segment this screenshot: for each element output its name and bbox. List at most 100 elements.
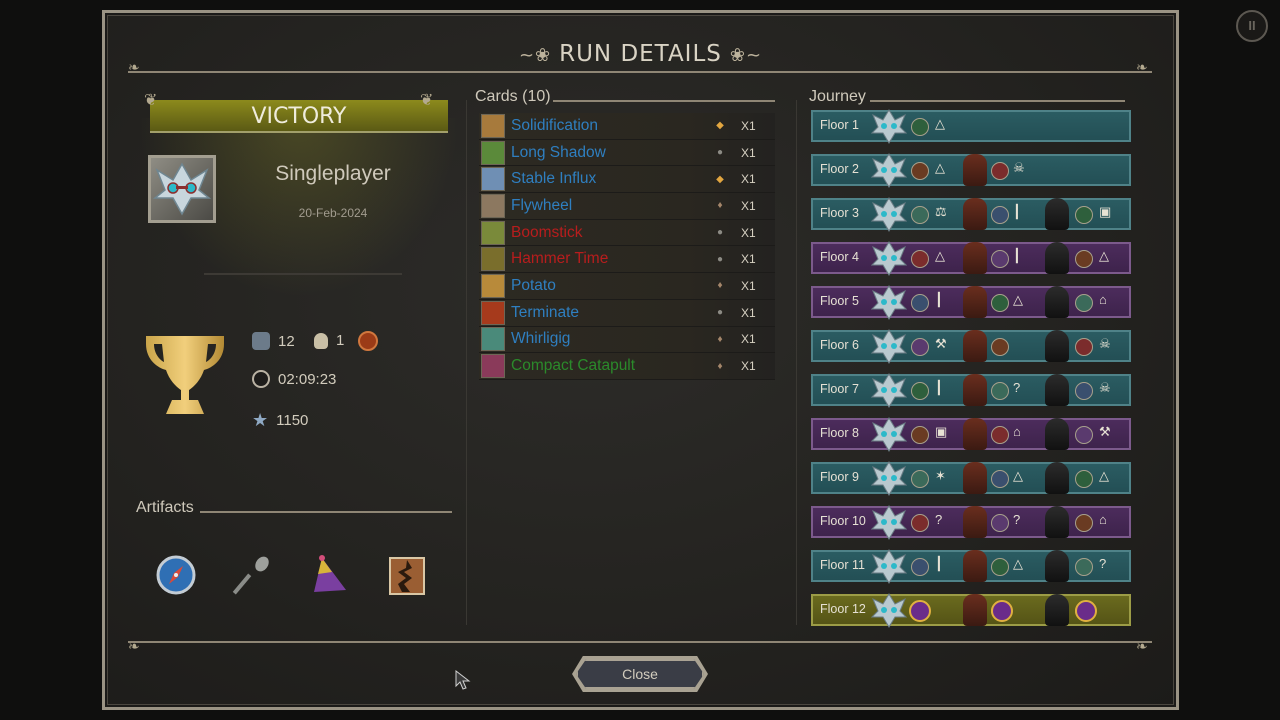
floor-row[interactable]: Floor 11 ┃ △? [811, 549, 1131, 584]
room-type-icon: △ [1013, 292, 1023, 307]
ally-hero-icon [963, 242, 987, 274]
player-hero-icon [871, 373, 907, 408]
room-type-icon: ☠ [1099, 380, 1111, 395]
card-name: Long Shadow [511, 143, 606, 161]
cards-label: Cards (10) [475, 88, 551, 105]
encounter-node-icon [911, 206, 929, 224]
ally-hero-icon [1045, 286, 1069, 318]
encounter-node-icon [991, 250, 1009, 268]
room-type-icon: ┃ [1013, 204, 1021, 219]
card-art-icon [481, 327, 505, 352]
compass-icon[interactable] [155, 554, 197, 596]
room-type-icon: △ [935, 248, 945, 263]
encounter-node-icon [1075, 558, 1093, 576]
stopwatch-icon [252, 370, 270, 388]
party-hat-icon[interactable] [308, 554, 350, 596]
room-type-icon: ┃ [1013, 248, 1021, 263]
card-name: Boomstick [511, 223, 583, 241]
floor-label: Floor 1 [820, 118, 859, 132]
floor-label: Floor 9 [820, 470, 859, 484]
floor-row[interactable]: Floor 2 △ ☠ [811, 153, 1131, 188]
encounter-node-icon [1075, 514, 1093, 532]
room-type-icon: ☠ [1099, 336, 1111, 351]
floor-row[interactable]: Floor 3 ⚖ ┃ ▣ [811, 197, 1131, 232]
player-hero-icon [871, 241, 907, 276]
player-hero-icon [871, 109, 907, 144]
room-type-icon: ⚖ [935, 204, 947, 219]
card-quantity: X1 [741, 198, 756, 213]
pause-button[interactable]: II [1236, 10, 1268, 42]
card-quantity: X1 [741, 225, 756, 240]
room-type-icon: △ [1099, 468, 1109, 483]
room-type-icon: ▣ [1099, 204, 1112, 219]
rarity-gem-icon: ♦ [717, 360, 723, 372]
ornament-left-icon: ~❀ [518, 45, 552, 66]
close-button[interactable]: Close [576, 659, 704, 689]
player-hero-icon [871, 285, 907, 320]
card-row[interactable]: Solidification ◆ X1 [479, 113, 775, 140]
room-type-icon: ? [1013, 512, 1021, 527]
ally-hero-icon [963, 374, 987, 406]
encounter-node-icon [991, 294, 1009, 312]
ally-hero-icon [963, 418, 987, 450]
room-type-icon: ☠ [1013, 160, 1025, 175]
deaths-stat: 1 [314, 332, 344, 349]
ally-hero-icon [963, 286, 987, 318]
column-separator [466, 100, 467, 625]
run-date: 20-Feb-2024 [298, 206, 368, 220]
room-type-icon: ? [1013, 380, 1021, 395]
floor-label: Floor 3 [820, 206, 859, 220]
encounter-node-icon [911, 118, 929, 136]
card-name: Potato [511, 276, 556, 294]
floor-row[interactable]: Floor 1 △ [811, 109, 1131, 144]
spoon-icon[interactable] [232, 554, 274, 596]
card-row[interactable]: Whirligig ♦ X1 [479, 326, 775, 354]
bottom-divider [128, 641, 1152, 643]
floor-row[interactable]: Floor 9 ✶ △ △ [811, 461, 1131, 496]
card-row[interactable]: Compact Catapult ♦ X1 [479, 353, 775, 380]
encounter-node-icon [1075, 382, 1093, 400]
card-row[interactable]: Terminate ● X1 [479, 299, 775, 327]
floor-row[interactable]: Floor 5 ┃ △ ⌂ [811, 285, 1131, 320]
encounter-node-icon [911, 250, 929, 268]
room-type-icon: △ [1013, 468, 1023, 483]
card-row[interactable]: Flywheel ♦ X1 [479, 193, 775, 220]
floor-row[interactable]: Floor 8 ▣ ⌂ ⚒ [811, 417, 1131, 452]
room-type-icon: ⌂ [1013, 424, 1021, 439]
floor-row[interactable]: Floor 7 ┃? ☠ [811, 373, 1131, 408]
room-type-icon: △ [1013, 556, 1023, 571]
stone-tablet-icon[interactable] [386, 554, 428, 596]
floor-label: Floor 10 [820, 514, 866, 528]
encounter-node-icon [1075, 250, 1093, 268]
rarity-gem-icon: ● [716, 227, 724, 239]
divider-ornament-icon: ❧ [1136, 59, 1148, 75]
journey-label: Journey [809, 88, 866, 105]
card-row[interactable]: Hammer Time ● X1 [479, 246, 775, 274]
card-row[interactable]: Boomstick ● X1 [479, 219, 775, 247]
encounter-node-icon [911, 558, 929, 576]
floor-row[interactable]: Floor 12 [811, 593, 1131, 628]
card-row[interactable]: Stable Influx ◆ X1 [479, 166, 775, 194]
card-row[interactable]: Long Shadow ● X1 [479, 139, 775, 167]
top-divider [128, 71, 1152, 73]
card-art-icon [481, 247, 505, 272]
allies-stat: 12 [252, 332, 295, 350]
floor-label: Floor 11 [820, 558, 865, 572]
card-name: Terminate [511, 303, 580, 321]
floor-row[interactable]: Floor 10?? ⌂ [811, 505, 1131, 540]
trophy-icon [142, 330, 228, 425]
rarity-gem-icon: ● [716, 147, 724, 159]
floor-row[interactable]: Floor 4 △ ┃ △ [811, 241, 1131, 276]
card-name: Hammer Time [511, 250, 609, 268]
room-type-icon: ⌂ [1099, 292, 1107, 307]
ally-hero-icon [963, 506, 987, 538]
boss-emblem-icon [991, 600, 1013, 622]
card-row[interactable]: Potato ♦ X1 [479, 273, 775, 300]
room-type-icon: ⚒ [935, 336, 947, 351]
floor-row[interactable]: Floor 6 ⚒ ☠ [811, 329, 1131, 364]
card-quantity: X1 [741, 145, 756, 160]
hero-bust-icon [252, 332, 270, 350]
encounter-node-icon [1075, 294, 1093, 312]
room-type-icon: △ [1099, 248, 1109, 263]
room-type-icon: ┃ [935, 292, 943, 307]
